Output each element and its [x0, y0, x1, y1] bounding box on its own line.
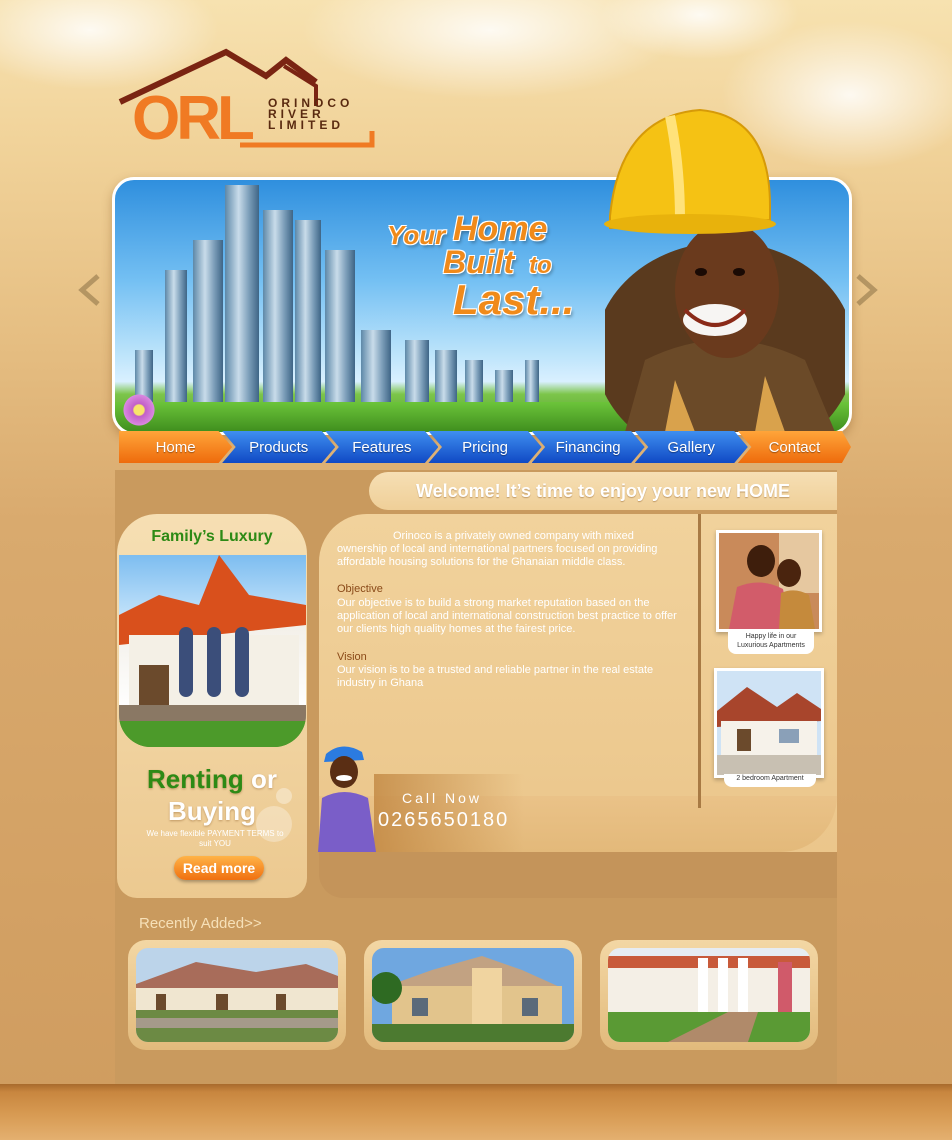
- logo-initials: ORL: [132, 84, 255, 153]
- payment-terms-text: We have flexible PAYMENT TERMS to suit Y…: [146, 829, 284, 848]
- nav-financing[interactable]: Financing: [531, 431, 645, 463]
- thumb-caption: 2 bedroom Apartment: [724, 774, 816, 787]
- vision-label: Vision: [337, 651, 367, 663]
- objective-text: Our objective is to build a strong marke…: [337, 597, 677, 635]
- recent-listing-image: [608, 948, 810, 1042]
- nav-gallery[interactable]: Gallery: [634, 431, 748, 463]
- call-agent-illustration: [318, 746, 376, 852]
- bubble-decoration: [276, 788, 292, 804]
- recent-listing[interactable]: [364, 940, 582, 1050]
- recent-house-photo: [608, 948, 810, 1042]
- tagline-your: Your: [387, 220, 446, 250]
- content-box-base: [319, 852, 837, 898]
- recent-house-photo: [372, 948, 574, 1042]
- skyscraper: [193, 240, 223, 410]
- skyscraper: [225, 185, 259, 410]
- luxury-house-image[interactable]: [119, 555, 306, 747]
- divider: [698, 514, 701, 808]
- nav-pricing[interactable]: Pricing: [428, 431, 542, 463]
- objective-label: Objective: [337, 583, 383, 595]
- apartment-photo: [717, 671, 821, 775]
- nav-home[interactable]: Home: [119, 431, 233, 463]
- thumb-apartment[interactable]: [714, 668, 824, 778]
- skyscraper: [405, 340, 429, 410]
- phone-number[interactable]: 0265650180: [378, 809, 509, 832]
- recently-added-title[interactable]: Recently Added>>: [139, 915, 262, 932]
- nav-contact[interactable]: Contact: [737, 431, 851, 463]
- skyscraper: [295, 220, 321, 410]
- skyscraper: [165, 270, 187, 410]
- renting-word: Renting: [147, 764, 244, 794]
- read-more-button[interactable]: Read more: [174, 856, 264, 880]
- hard-hat-icon: [604, 108, 776, 234]
- flower-icon: [121, 392, 157, 428]
- skyscraper: [361, 330, 391, 410]
- or-word: or: [251, 764, 277, 794]
- sidebar-title: Family’s Luxury: [151, 528, 273, 545]
- skyscraper: [263, 210, 293, 410]
- intro-text: Orinoco is a privately owned company wit…: [337, 530, 658, 568]
- couple-photo: [719, 533, 819, 629]
- nav-features[interactable]: Features: [325, 431, 439, 463]
- thumb-happy-life[interactable]: [716, 530, 822, 632]
- recent-listing[interactable]: [600, 940, 818, 1050]
- recent-listing-image: [136, 948, 338, 1042]
- vision-text: Our vision is to be a trusted and reliab…: [337, 664, 654, 689]
- buying-word: Buying: [167, 796, 257, 826]
- footer-floor: [0, 1084, 952, 1140]
- welcome-heading: Welcome! It’s time to enjoy your new HOM…: [369, 472, 837, 510]
- recent-listing-image: [372, 948, 574, 1042]
- chevron-right-icon: [856, 274, 878, 306]
- logo-underline-icon: [240, 131, 375, 148]
- banner-next-button[interactable]: [852, 272, 880, 308]
- banner-prev-button[interactable]: [76, 272, 104, 308]
- tagline-last: Last...: [453, 276, 575, 323]
- recent-house-photo: [136, 948, 338, 1042]
- house-illustration: [119, 555, 306, 747]
- thumb-caption: Happy life in our Luxurious Apartments: [728, 630, 814, 654]
- chevron-left-icon: [78, 274, 100, 306]
- logo-line-3: Limited: [268, 118, 344, 132]
- main-nav: Home Products Features Pricing Financing…: [119, 431, 851, 463]
- skyscraper: [435, 350, 457, 410]
- nav-products[interactable]: Products: [222, 431, 336, 463]
- call-now-label: Call Now: [402, 790, 483, 806]
- skyscraper: [325, 250, 355, 410]
- recent-listing[interactable]: [128, 940, 346, 1050]
